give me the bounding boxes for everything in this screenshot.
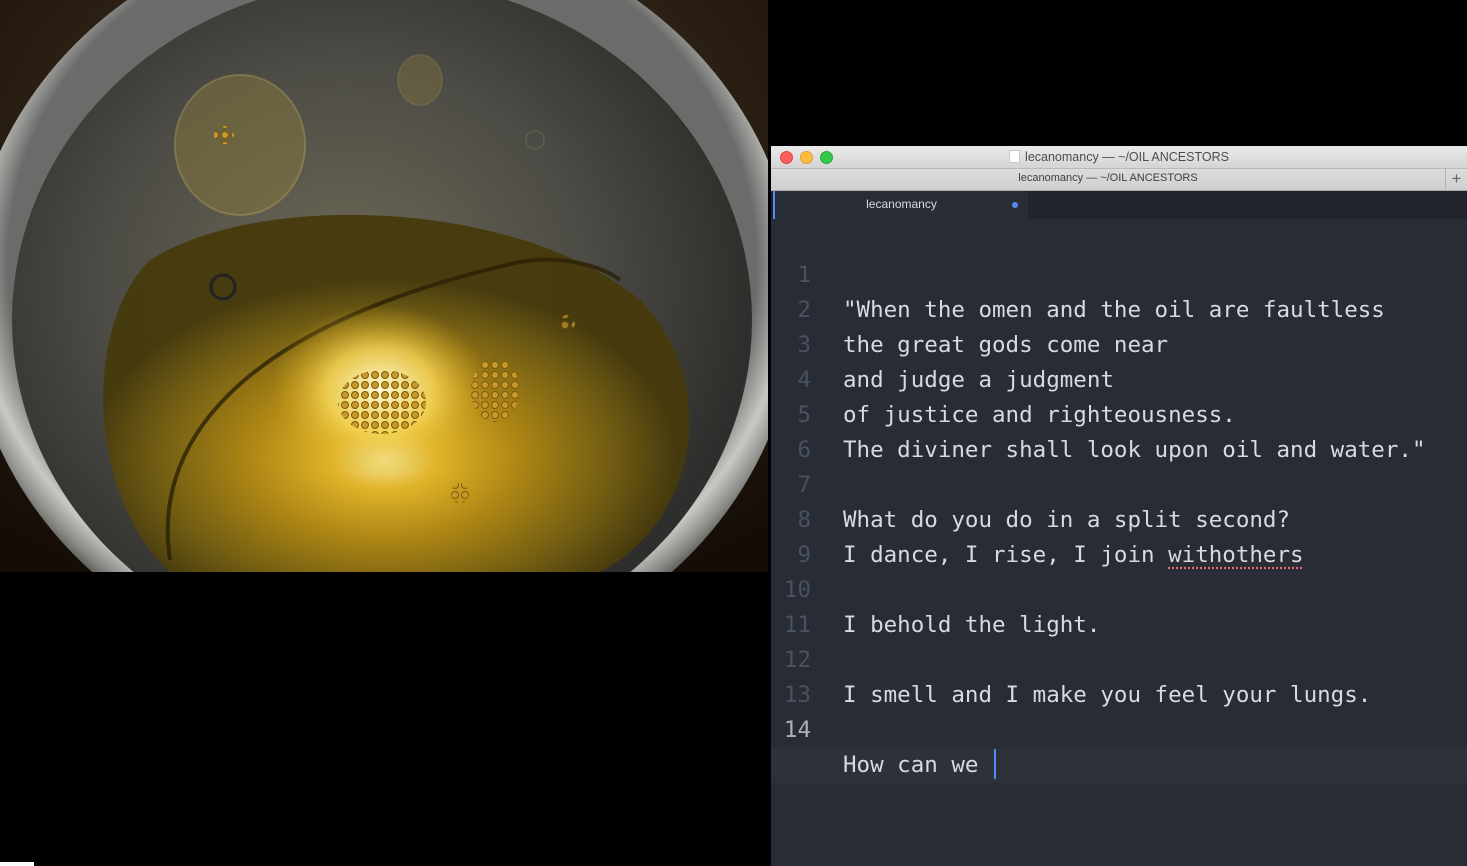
editor-line[interactable]: 3 and judge a judgment	[771, 293, 1467, 393]
editor-line[interactable]: 10 I behold the light.	[771, 538, 1467, 638]
editor-line[interactable]: 12 I smell and I make you feel your lung…	[771, 608, 1467, 708]
editor-tab-lecanomancy[interactable]: lecanomancy	[773, 191, 1028, 219]
document-icon	[1009, 150, 1021, 163]
editor-line[interactable]: 6	[771, 398, 1467, 463]
editor-line[interactable]: 5 The diviner shall look upon oil and wa…	[771, 363, 1467, 463]
new-tab-button[interactable]: +	[1445, 169, 1467, 190]
text-cursor	[994, 749, 997, 779]
editor-line[interactable]: 1 "When the omen and the oil are faultle…	[771, 223, 1467, 323]
editor-line[interactable]: 7 What do you do in a split second?	[771, 433, 1467, 533]
editor-tab-title: lecanomancy	[866, 197, 937, 211]
editor-line[interactable]: 8 I dance, I rise, I join withothers	[771, 468, 1467, 568]
oil-bowl-image	[0, 0, 768, 572]
text-editor[interactable]: 1 "When the omen and the oil are faultle…	[771, 219, 1467, 866]
editor-line[interactable]: 4 of justice and righteousness.	[771, 328, 1467, 428]
editor-line[interactable]: 13	[771, 643, 1467, 708]
editor-line-active[interactable]: 14 How can we	[771, 678, 1467, 779]
editor-line[interactable]: 11	[771, 573, 1467, 638]
corner-marker	[0, 862, 34, 866]
window-titlebar[interactable]: lecanomancy — ~/OIL ANCESTORS	[771, 146, 1467, 169]
editor-line[interactable]: 2 the great gods come near	[771, 258, 1467, 358]
editor-window: lecanomancy — ~/OIL ANCESTORS lecanomanc…	[771, 146, 1467, 866]
window-title-container: lecanomancy — ~/OIL ANCESTORS	[771, 149, 1467, 165]
window-title: lecanomancy — ~/OIL ANCESTORS	[1025, 150, 1229, 164]
editor-line[interactable]: 9	[771, 503, 1467, 568]
window-tab-bar: lecanomancy — ~/OIL ANCESTORS +	[771, 169, 1467, 191]
editor-tab-bar: lecanomancy	[771, 191, 1467, 219]
window-tab-path[interactable]: lecanomancy — ~/OIL ANCESTORS	[771, 172, 1445, 184]
line-number: 14	[783, 717, 811, 743]
modified-indicator-icon[interactable]	[1012, 202, 1018, 208]
line-text[interactable]: How can we	[843, 748, 997, 783]
video-frame-oil-bowl	[0, 0, 768, 572]
line-text-plain: How can we	[843, 752, 993, 778]
